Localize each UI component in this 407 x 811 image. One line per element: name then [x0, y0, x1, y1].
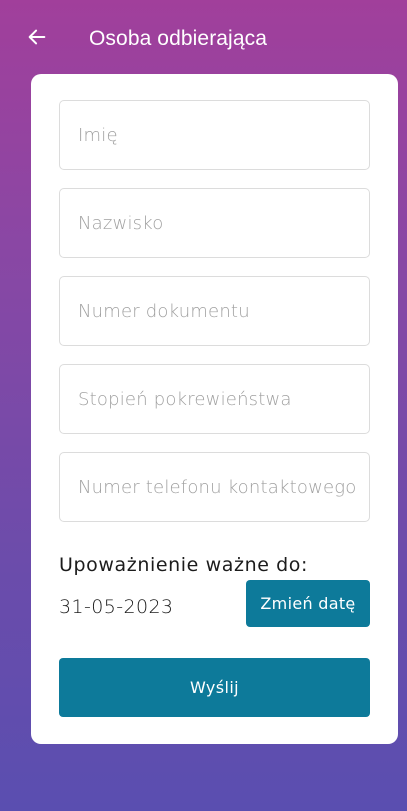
form-card: Upoważnienie ważne do: 31-05-2023 Zmień … [31, 74, 398, 744]
last-name-input[interactable] [78, 212, 363, 234]
relationship-input[interactable] [78, 388, 363, 410]
phone-input[interactable] [78, 476, 363, 498]
valid-until-date: 31-05-2023 [59, 596, 174, 618]
phone-field[interactable] [59, 452, 370, 522]
document-number-input[interactable] [78, 300, 363, 322]
last-name-field[interactable] [59, 188, 370, 258]
app-bar: Osoba odbierająca [0, 0, 407, 72]
first-name-field[interactable] [59, 100, 370, 170]
page-title: Osoba odbierająca [89, 27, 267, 50]
submit-button[interactable]: Wyślij [59, 658, 370, 717]
relationship-field[interactable] [59, 364, 370, 434]
first-name-input[interactable] [78, 124, 363, 146]
back-button[interactable] [22, 22, 52, 52]
change-date-button[interactable]: Zmień datę [246, 580, 370, 627]
arrow-left-icon [28, 29, 46, 45]
valid-until-label: Upoważnienie ważne do: [59, 554, 309, 576]
document-number-field[interactable] [59, 276, 370, 346]
